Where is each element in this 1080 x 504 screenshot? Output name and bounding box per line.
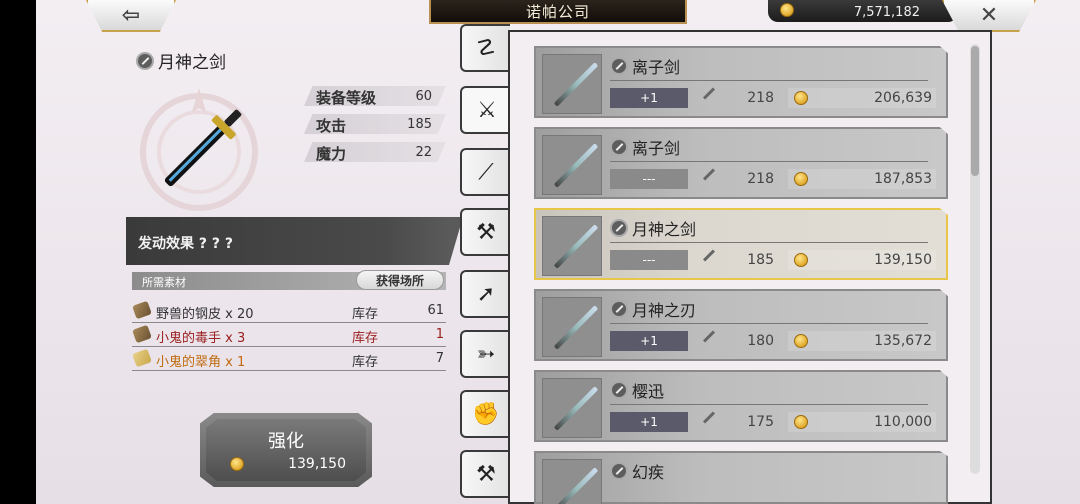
price-value: 139,150 <box>874 252 932 268</box>
tab-axe[interactable]: ⚒ <box>460 208 510 256</box>
tab-sword[interactable]: ⚔ <box>460 86 512 134</box>
item-title: 月神之剑 <box>136 48 226 73</box>
enhance-level: +1 <box>610 331 688 351</box>
horn-material-icon <box>132 348 152 368</box>
effect-bar: 发动效果 ? ? ? <box>126 217 449 265</box>
weapon-thumbnail <box>542 459 602 504</box>
price-value: 110,000 <box>874 414 932 430</box>
list-scroll-thumb[interactable] <box>971 46 979 176</box>
sword-type-icon <box>136 51 154 70</box>
gold-coin-icon <box>794 172 808 186</box>
back-arrow-icon: ⇦ <box>121 2 141 28</box>
attack-value: 175 <box>747 414 774 430</box>
sword-type-icon <box>610 219 628 237</box>
enhance-label: 强化 <box>268 431 304 452</box>
sword-type-icon <box>610 300 628 318</box>
hand-material-icon <box>132 324 152 344</box>
axe-icon: ⚒ <box>476 219 496 245</box>
gold-coin-icon <box>794 91 808 105</box>
attack-icon <box>702 249 716 262</box>
enhance-cost: 139,150 <box>288 456 346 472</box>
item-emblem-image <box>140 88 258 211</box>
gold-amount: 7,571,182 <box>853 5 920 20</box>
staff-icon: ☡ <box>476 35 496 61</box>
material-row[interactable]: 野兽的钢皮 x 20 库存 61 <box>132 300 446 323</box>
tab-bow[interactable]: ➳ <box>460 330 510 378</box>
price-value: 206,639 <box>874 90 932 106</box>
gold-display: 7,571,182 <box>768 0 958 22</box>
material-row[interactable]: 小鬼的翠角 x 1 库存 7 <box>132 348 446 371</box>
stat-equip-level: 装备等级 60 <box>304 86 446 106</box>
sword-type-icon <box>610 462 628 480</box>
weapon-thumbnail <box>542 297 602 357</box>
close-button[interactable]: ✕ <box>942 0 1036 32</box>
spear-icon: ➚ <box>476 281 496 307</box>
screen: ⇦ 诺帕公司 7,571,182 ✕ 月神之剑 装备等级 60 攻击 185 魔… <box>36 0 1080 504</box>
material-row[interactable]: 小鬼的毒手 x 3 库存 1 <box>132 324 446 347</box>
enhance-level: +1 <box>610 412 688 432</box>
shop-item-card[interactable]: 月神之刃 +1 180 135,672 <box>534 289 948 361</box>
price-value: 135,672 <box>874 333 932 349</box>
item-name: 月神之剑 <box>158 53 226 73</box>
curved-blade-icon: ⟋ <box>478 159 494 185</box>
gold-coin-icon <box>794 334 808 348</box>
hammer-icon: ⚒ <box>476 461 496 487</box>
gold-coin-icon <box>780 3 794 17</box>
shop-item-card[interactable]: 离子剑 +1 218 206,639 <box>534 46 948 118</box>
hide-material-icon <box>132 300 152 320</box>
back-button[interactable]: ⇦ <box>86 0 176 32</box>
shop-item-card[interactable]: 离子剑 --- 218 187,853 <box>534 127 948 199</box>
attack-icon <box>702 330 716 343</box>
weapon-thumbnail <box>542 54 602 114</box>
tab-staff[interactable]: ☡ <box>460 24 510 72</box>
acquire-location-button[interactable]: 获得场所 <box>356 270 444 290</box>
enhance-button[interactable]: 强化 139,150 <box>200 413 372 487</box>
tab-curved-blade[interactable]: ⟋ <box>460 148 510 196</box>
attack-icon <box>702 411 716 424</box>
page-title: 诺帕公司 <box>429 0 687 24</box>
attack-icon <box>702 87 716 100</box>
tab-hammer[interactable]: ⚒ <box>460 450 510 498</box>
sword-type-icon <box>610 381 628 399</box>
stat-attack: 攻击 185 <box>304 114 446 134</box>
close-icon: ✕ <box>979 2 999 28</box>
sword-type-icon <box>610 138 628 156</box>
effect-text: 发动效果 ? ? ? <box>138 236 233 252</box>
sword-type-icon <box>610 57 628 75</box>
attack-value: 180 <box>747 333 774 349</box>
weapon-thumbnail <box>542 378 602 438</box>
shop-item-card[interactable]: 樱迅 +1 175 110,000 <box>534 370 948 442</box>
attack-value: 218 <box>747 171 774 187</box>
bow-icon: ➳ <box>476 341 496 367</box>
attack-value: 218 <box>747 90 774 106</box>
enhance-level: --- <box>610 250 688 270</box>
enhance-level: --- <box>610 169 688 189</box>
tab-fist[interactable]: ✊ <box>460 390 510 438</box>
sword-icon: ⚔ <box>477 97 497 123</box>
fist-icon: ✊ <box>472 401 500 427</box>
attack-icon <box>702 168 716 181</box>
weapon-thumbnail <box>542 216 602 276</box>
price-value: 187,853 <box>874 171 932 187</box>
gold-coin-icon <box>794 253 808 267</box>
enhance-level: +1 <box>610 88 688 108</box>
weapon-thumbnail <box>542 135 602 195</box>
shop-item-card[interactable]: 幻疾 <box>534 451 948 504</box>
gold-coin-icon <box>230 457 244 471</box>
tab-spear[interactable]: ➚ <box>460 270 510 318</box>
shop-item-card-selected[interactable]: 月神之剑 --- 185 139,150 <box>534 208 948 280</box>
stat-magic: 魔力 22 <box>304 142 446 162</box>
gold-coin-icon <box>794 415 808 429</box>
attack-value: 185 <box>747 252 774 268</box>
